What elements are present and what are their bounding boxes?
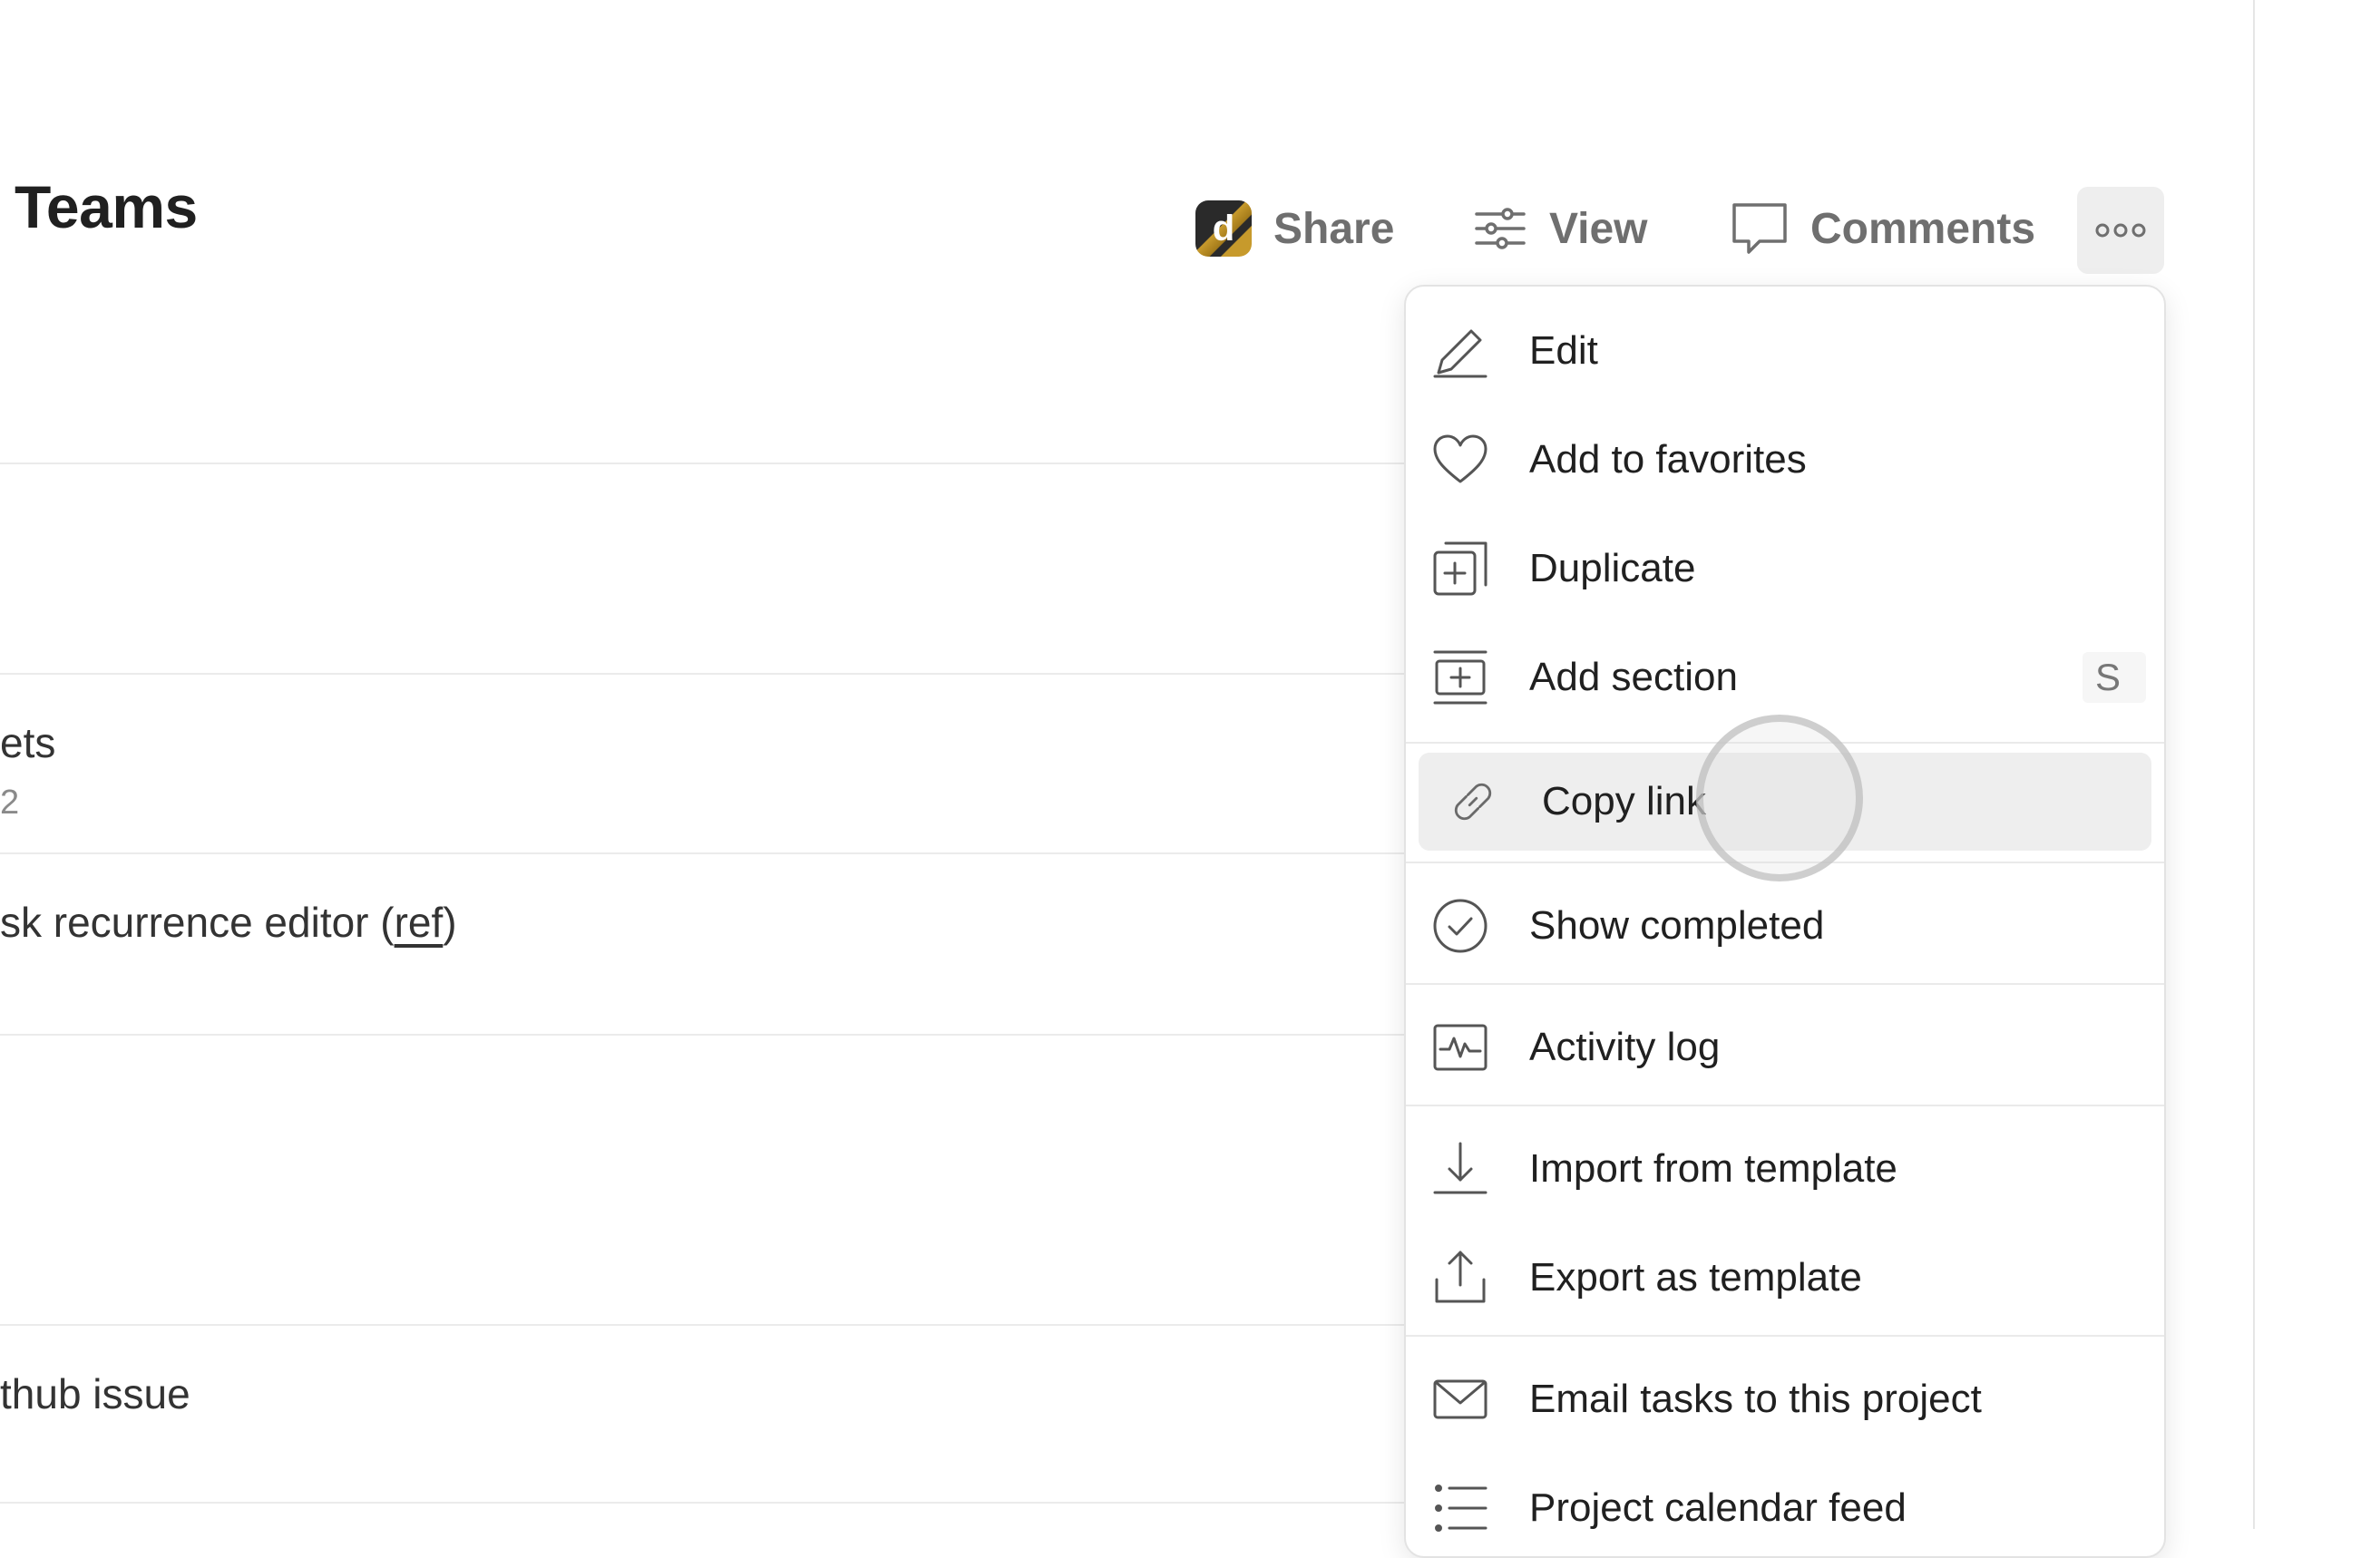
project-options-menu: Edit Add to favorites Duplicate Add sect…: [1404, 285, 2166, 1558]
row-divider: [0, 1502, 1415, 1504]
keyboard-shortcut: S: [2082, 652, 2146, 703]
task-title[interactable]: thub issue: [0, 1369, 190, 1418]
menu-item-label: Edit: [1529, 328, 1598, 373]
menu-item-label: Email tasks to this project: [1529, 1377, 1982, 1421]
menu-item-export-as-template[interactable]: Export as template: [1406, 1228, 2164, 1328]
menu-item-show-completed[interactable]: Show completed: [1406, 876, 2164, 976]
activity-icon: [1431, 1018, 1489, 1076]
import-icon: [1431, 1140, 1489, 1198]
row-divider: [0, 1034, 1415, 1036]
duplicate-icon: [1431, 540, 1489, 598]
right-panel-edge: [2253, 0, 2380, 1529]
menu-item-email-tasks[interactable]: Email tasks to this project: [1406, 1349, 2164, 1449]
heart-icon: [1431, 431, 1489, 489]
view-button[interactable]: View: [1473, 185, 1648, 272]
more-horizontal-icon: [2095, 223, 2146, 238]
menu-item-label: Add to favorites: [1529, 437, 1807, 482]
task-title-prefix: sk recurrence editor (: [0, 899, 395, 946]
row-divider: [0, 852, 1415, 854]
sliders-icon: [1475, 208, 1526, 249]
menu-item-label: Import from template: [1529, 1146, 1897, 1191]
share-button[interactable]: d Share: [1195, 185, 1394, 272]
share-label: Share: [1273, 204, 1395, 253]
ref-link[interactable]: ref: [395, 899, 444, 946]
project-toolbar: d Share View Comments: [0, 185, 2177, 272]
menu-item-activity-log[interactable]: Activity log: [1406, 998, 2164, 1097]
menu-separator: [1406, 1335, 2164, 1337]
row-divider: [0, 1324, 1415, 1326]
menu-separator: [1406, 742, 2164, 744]
mail-icon: [1431, 1370, 1489, 1428]
menu-item-label: Export as template: [1529, 1255, 1862, 1300]
menu-separator: [1406, 1105, 2164, 1106]
menu-item-add-section[interactable]: Add section S: [1406, 628, 2164, 727]
menu-item-add-to-favorites[interactable]: Add to favorites: [1406, 410, 2164, 510]
add-section-icon: [1431, 648, 1489, 706]
menu-separator: [1406, 983, 2164, 985]
task-subtitle: 2: [0, 784, 20, 822]
menu-item-label: Copy link: [1542, 779, 1706, 823]
menu-item-label: Show completed: [1529, 903, 1825, 948]
menu-item-label: Activity log: [1529, 1025, 1721, 1069]
task-title-suffix: ): [443, 899, 457, 946]
avatar: d: [1195, 200, 1252, 257]
list-icon: [1431, 1479, 1489, 1537]
menu-item-label: Project calendar feed: [1529, 1485, 1907, 1530]
menu-item-edit[interactable]: Edit: [1406, 301, 2164, 401]
menu-item-project-calendar-feed[interactable]: Project calendar feed: [1406, 1458, 2164, 1558]
view-label: View: [1549, 204, 1648, 253]
export-icon: [1431, 1249, 1489, 1307]
more-options-button[interactable]: [2077, 187, 2164, 274]
menu-item-label: Duplicate: [1529, 546, 1696, 590]
comments-label: Comments: [1810, 204, 2036, 253]
row-divider: [0, 463, 1415, 464]
avatar-letter: d: [1212, 208, 1235, 248]
task-title[interactable]: ets: [0, 718, 55, 767]
pencil-icon: [1431, 322, 1489, 380]
menu-item-label: Add section: [1529, 655, 1738, 699]
menu-item-duplicate[interactable]: Duplicate: [1406, 519, 2164, 618]
task-title[interactable]: sk recurrence editor (ref): [0, 898, 457, 947]
row-divider: [0, 673, 1415, 675]
menu-item-copy-link[interactable]: Copy link: [1419, 753, 2151, 851]
comments-button[interactable]: Comments: [1731, 185, 2035, 272]
menu-item-import-from-template[interactable]: Import from template: [1406, 1119, 2164, 1219]
link-icon: [1444, 773, 1502, 831]
check-circle-icon: [1431, 897, 1489, 955]
comment-icon: [1732, 203, 1787, 254]
menu-separator: [1406, 862, 2164, 863]
